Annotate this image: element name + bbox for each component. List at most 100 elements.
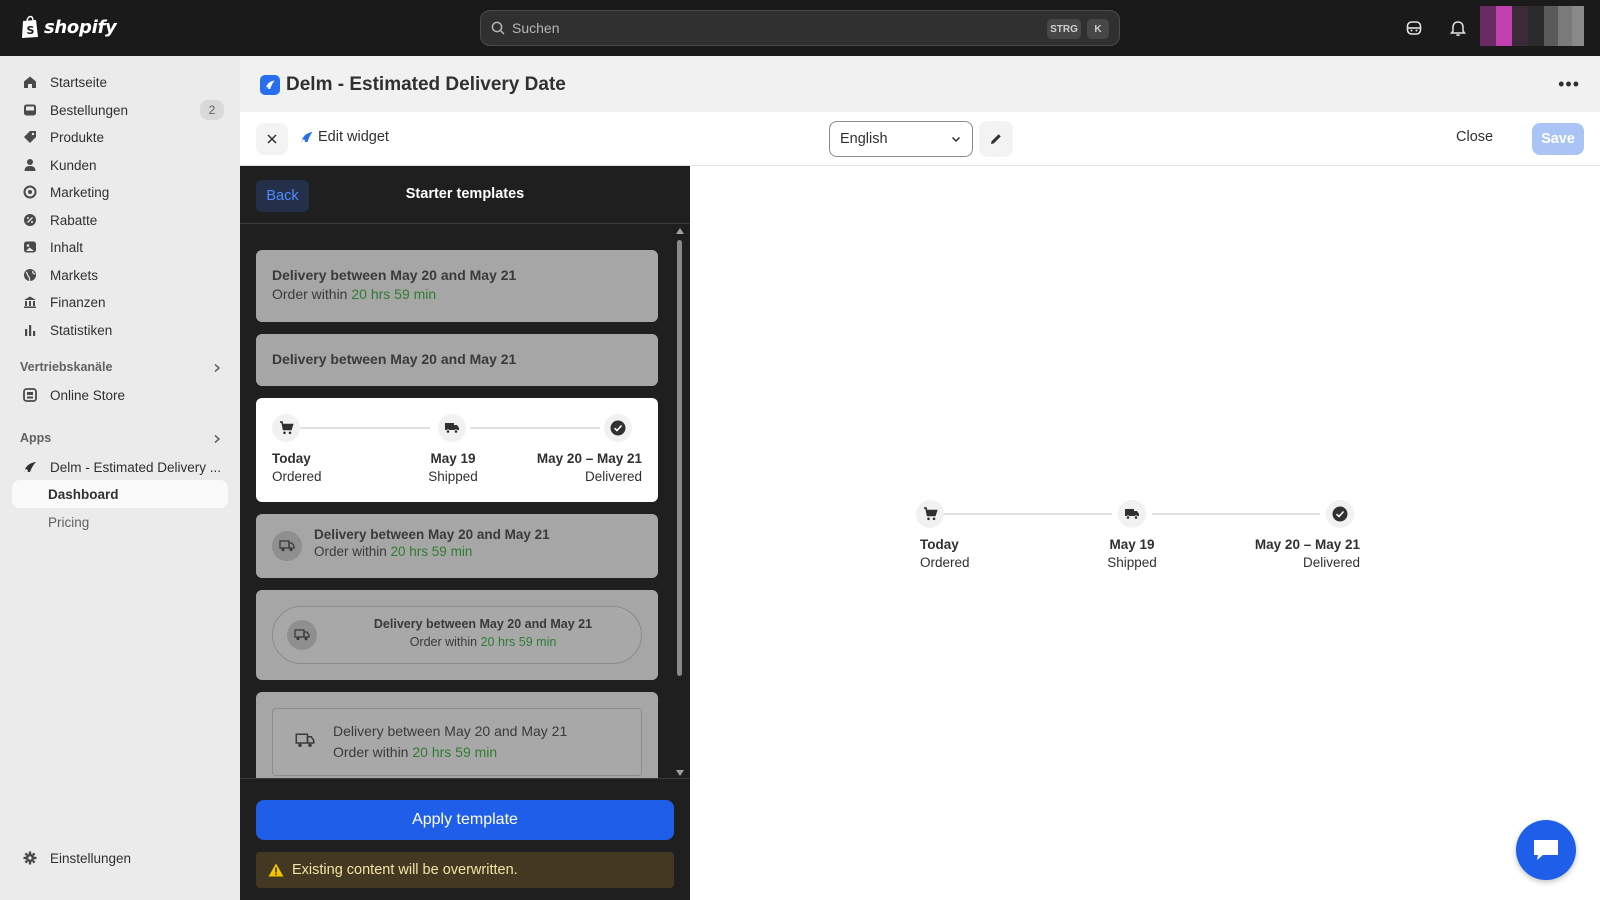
home-icon (22, 74, 38, 90)
cart-icon (272, 414, 300, 442)
avatar[interactable] (1480, 6, 1584, 46)
sidebar-item-marketing[interactable]: Marketing (12, 178, 228, 206)
page-title: Delm - Estimated Delivery Date (260, 74, 566, 96)
template-delivery-text: Delivery between May 20 and May 21 (373, 617, 593, 631)
chevron-right-icon[interactable] (212, 363, 222, 373)
sidebar-item-inhalt[interactable]: Inhalt (12, 233, 228, 261)
sidebar-item-label: Finanzen (50, 294, 106, 310)
sidebar-item-label: Inhalt (50, 239, 84, 255)
timeline-connector (470, 427, 600, 429)
scroll-down-arrow-icon[interactable] (676, 770, 684, 776)
sidebar-item-produkte[interactable]: Produkte (12, 123, 228, 151)
timeline-connector (944, 513, 1112, 515)
sidebar-item-label: Online Store (50, 387, 126, 403)
close-icon (267, 134, 277, 144)
sidebar-item-markets[interactable]: Markets (12, 261, 228, 289)
shopify-logo[interactable]: S shopify (20, 15, 117, 39)
sidebar-item-bestellungen[interactable]: Bestellungen 2 (12, 96, 228, 124)
truck-icon (1118, 500, 1146, 528)
timeline-connector (1152, 513, 1320, 515)
warning-icon (268, 863, 284, 877)
page-title-text: Delm - Estimated Delivery Date (286, 74, 566, 95)
chat-support-button[interactable] (1516, 820, 1576, 880)
close-editor-button[interactable] (256, 123, 288, 155)
sidebar-item-statistiken[interactable]: Statistiken (12, 316, 228, 344)
sidebar-item-label: Bestellungen (50, 102, 129, 118)
sidebar-item-online-store[interactable]: Online Store (12, 381, 228, 409)
templates-scrollbar[interactable] (676, 228, 684, 776)
sidebar-item-einstellungen[interactable]: Einstellungen (12, 844, 228, 872)
edit-translation-button[interactable] (979, 121, 1013, 157)
language-select-value: English (840, 131, 888, 147)
sidebar-item-label: Marketing (50, 184, 110, 200)
template-card-4[interactable]: Delivery between May 20 and May 21 Order… (256, 514, 658, 578)
sidebar-item-label: Statistiken (50, 322, 113, 338)
timeline-step-shipped: May 19 Shipped (1107, 537, 1157, 570)
shopify-bag-icon: S (22, 15, 38, 38)
template-card-2[interactable]: Delivery between May 20 and May 21 (256, 334, 658, 386)
panel-footer-divider (240, 778, 690, 779)
sidebar-item-label: Produkte (50, 129, 105, 145)
chat-icon (1534, 840, 1558, 860)
template-text-block: Delivery between May 20 and May 21 Order… (333, 723, 567, 760)
edit-widget-label: Edit widget (300, 129, 389, 145)
timeline-step-ordered: Today Ordered (920, 537, 970, 570)
truck-icon (438, 414, 466, 442)
sidebar-item-finanzen[interactable]: Finanzen (12, 288, 228, 316)
sidebar-item-dashboard[interactable]: Dashboard (12, 480, 228, 508)
truck-icon (287, 620, 317, 650)
delm-app-icon (22, 459, 38, 475)
cart-icon (916, 500, 944, 528)
template-card-1[interactable]: Delivery between May 20 and May 21 Order… (256, 250, 658, 322)
bell-icon[interactable] (1448, 18, 1468, 38)
more-actions-icon[interactable]: ••• (1558, 74, 1580, 95)
save-button[interactable]: Save (1532, 123, 1584, 155)
template-card-3-selected[interactable]: Today Ordered May 19 Shipped May 20 – May … (256, 398, 658, 502)
language-select[interactable]: English (829, 121, 973, 157)
bank-icon (22, 294, 38, 310)
orders-count-badge: 2 (200, 100, 224, 120)
warning-text: Existing content will be overwritten. (292, 862, 518, 878)
truck-icon (295, 733, 315, 751)
target-icon (22, 184, 38, 200)
sidebar-item-rabatte[interactable]: Rabatte (12, 206, 228, 234)
apps-heading: Apps (20, 431, 52, 445)
shortcut-key-k: K (1087, 19, 1109, 39)
template-box: Delivery between May 20 and May 21 Order… (272, 708, 642, 776)
tag-icon (22, 129, 38, 145)
search-bar[interactable]: Suchen STRG K (480, 10, 1120, 46)
sidebar-item-delm-app[interactable]: Delm - Estimated Delivery ... (12, 453, 228, 481)
template-card-5[interactable]: Delivery between May 20 and May 21 Order… (256, 590, 658, 680)
timeline-step-delivered: May 20 – May 21 Delivered (1254, 537, 1360, 570)
pencil-icon (991, 134, 1001, 144)
bar-chart-icon (22, 322, 38, 338)
template-order-text: Order within 20 hrs 59 min (333, 744, 498, 760)
sidebar-item-label: Startseite (50, 74, 108, 90)
sidebar-item-startseite[interactable]: Startseite (12, 68, 228, 96)
template-delivery-text: Delivery between May 20 and May 21 (314, 527, 550, 542)
apply-template-button[interactable]: Apply template (256, 800, 674, 840)
chevron-down-icon (951, 136, 961, 143)
content-icon (22, 239, 38, 255)
scroll-up-arrow-icon[interactable] (676, 228, 684, 234)
close-button[interactable]: Close (1456, 129, 1493, 145)
sidebar-item-label: Einstellungen (50, 850, 132, 866)
scrollbar-thumb[interactable] (677, 240, 682, 676)
person-icon (22, 157, 38, 173)
discount-icon (22, 212, 38, 228)
template-delivery-text: Delivery between May 20 and May 21 (333, 723, 568, 739)
sidebar-item-kunden[interactable]: Kunden (12, 151, 228, 179)
chevron-right-icon[interactable] (212, 434, 222, 444)
sidebar-item-pricing[interactable]: Pricing (12, 508, 228, 536)
template-order-text: Order within 20 hrs 59 min (314, 544, 473, 559)
sidekick-icon[interactable] (1404, 18, 1424, 38)
shortcut-key-strg: STRG (1047, 19, 1081, 39)
template-pill: Delivery between May 20 and May 21 Order… (272, 606, 642, 664)
template-order-text: Order within 20 hrs 59 min (272, 286, 437, 302)
sidebar-item-label: Delm - Estimated Delivery ... (50, 459, 222, 475)
timeline-step-shipped: May 19 Shipped (428, 451, 478, 484)
template-text-block: Delivery between May 20 and May 21 Order… (314, 527, 550, 559)
editor-toolbar: Edit widget English Close Save (240, 112, 1600, 166)
truck-icon (272, 531, 302, 561)
timeline-connector (300, 427, 430, 429)
